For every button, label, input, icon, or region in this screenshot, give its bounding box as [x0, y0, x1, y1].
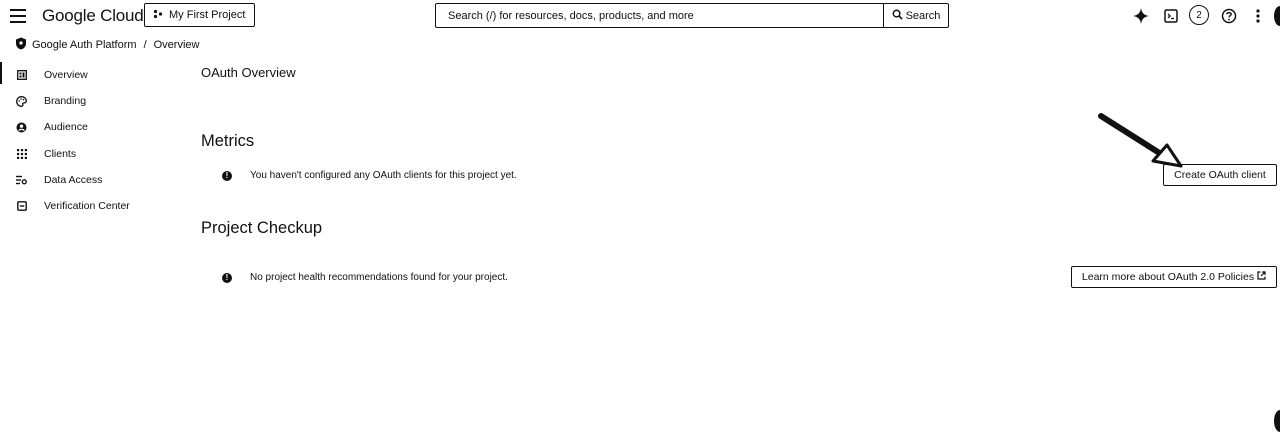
sidebar-item-data-access[interactable]: Data Access [0, 167, 180, 193]
search-button[interactable]: Search [883, 4, 948, 27]
search-input[interactable] [436, 4, 883, 27]
page-title: OAuth Overview [201, 65, 296, 80]
top-bar: Google Cloud My First Project Search 2 [0, 0, 1280, 32]
sidebar-item-label: Data Access [44, 173, 103, 186]
grid-icon [16, 148, 27, 159]
palette-icon [16, 95, 27, 107]
project-icon [153, 9, 163, 22]
breadcrumb: Google Auth Platform / Overview [15, 37, 199, 53]
sidebar: Overview Branding Audience Clients Data … [0, 62, 180, 219]
settings-list-icon [16, 174, 27, 185]
external-link-icon [1257, 271, 1266, 283]
checkup-message: No project health recommendations found … [250, 272, 508, 283]
metrics-message: You haven't configured any OAuth clients… [250, 170, 517, 181]
project-picker-label: My First Project [169, 9, 246, 21]
sidebar-item-label: Verification Center [44, 200, 130, 213]
cloud-shell-icon[interactable] [1162, 7, 1180, 25]
auth-platform-shield-icon [15, 37, 27, 53]
breadcrumb-item-auth-platform[interactable]: Google Auth Platform [32, 39, 137, 51]
sidebar-item-branding[interactable]: Branding [0, 88, 180, 114]
breadcrumb-separator: / [143, 39, 147, 51]
main-menu-icon[interactable] [10, 9, 26, 23]
sidebar-item-clients[interactable]: Clients [0, 141, 180, 167]
floating-assistant-button[interactable] [1274, 410, 1280, 432]
metrics-info-row: ! You haven't configured any OAuth clien… [222, 170, 517, 181]
sidebar-item-audience[interactable]: Audience [0, 114, 180, 140]
sidebar-item-label: Clients [44, 147, 77, 160]
sidebar-item-label: Overview [44, 69, 88, 82]
breadcrumb-item-overview[interactable]: Overview [154, 39, 200, 51]
sidebar-item-label: Branding [44, 95, 87, 108]
help-icon[interactable] [1220, 7, 1238, 25]
info-icon: ! [222, 170, 232, 181]
notifications-badge[interactable]: 2 [1189, 5, 1209, 25]
person-icon [16, 122, 27, 133]
search-button-label: Search [905, 9, 941, 22]
sidebar-item-verification-center[interactable]: Verification Center [0, 193, 180, 219]
more-options-icon[interactable] [1249, 7, 1267, 25]
sidebar-item-overview[interactable]: Overview [0, 62, 180, 88]
project-picker-button[interactable]: My First Project [144, 3, 255, 27]
search-icon [892, 9, 903, 23]
account-avatar[interactable] [1274, 6, 1280, 26]
dashboard-icon [16, 70, 27, 81]
project-checkup-heading: Project Checkup [201, 219, 323, 237]
google-cloud-logo[interactable]: Google Cloud [42, 6, 144, 26]
metrics-heading: Metrics [201, 132, 255, 150]
learn-more-label: Learn more about OAuth 2.0 Policies [1081, 271, 1255, 283]
search-bar: Search [435, 3, 949, 28]
sidebar-item-label: Audience [44, 121, 88, 134]
annotation-arrow-icon [1095, 112, 1185, 173]
checkup-info-row: ! No project health recommendations foun… [222, 272, 508, 283]
learn-more-oauth-policies-link[interactable]: Learn more about OAuth 2.0 Policies [1071, 266, 1277, 288]
info-icon: ! [222, 272, 232, 283]
gemini-sparkle-icon[interactable] [1132, 7, 1150, 25]
verified-icon [16, 201, 27, 212]
